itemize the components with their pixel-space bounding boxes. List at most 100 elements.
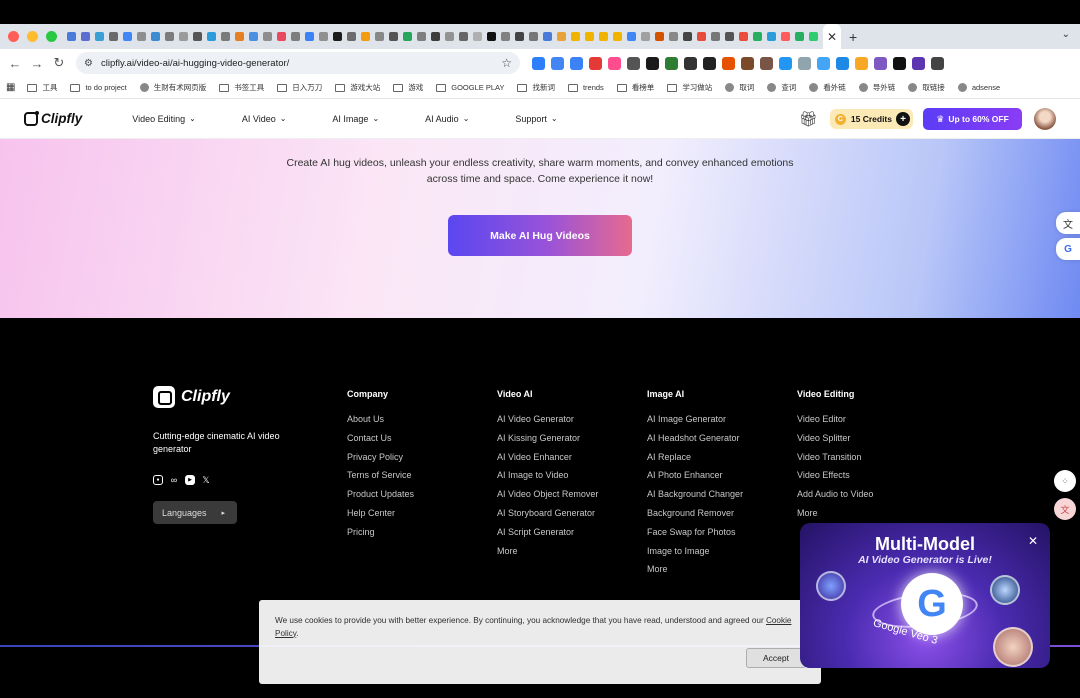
nav-ai-image[interactable]: AI Image ⌄ <box>332 114 379 124</box>
credits-badge[interactable]: C 15 Credits + <box>829 109 913 129</box>
tab-favicon-icon[interactable] <box>94 32 104 41</box>
tab-favicon-icon[interactable] <box>752 32 762 41</box>
bookmark-item[interactable]: 查词 <box>767 82 796 93</box>
tab-favicon-icon[interactable] <box>556 32 566 41</box>
extension-icon[interactable] <box>665 56 678 70</box>
extension-icon[interactable] <box>798 56 811 70</box>
tab-favicon-icon[interactable] <box>318 32 328 41</box>
footer-link[interactable]: Product Updates <box>347 488 414 507</box>
languages-button[interactable]: Languages ▸ <box>153 501 237 524</box>
tab-favicon-icon[interactable] <box>696 32 706 41</box>
footer-link[interactable]: AI Storyboard Generator <box>497 507 598 526</box>
tab-favicon-icon[interactable] <box>584 32 594 41</box>
tab-favicon-icon[interactable] <box>402 32 412 41</box>
close-window-button[interactable] <box>8 31 19 42</box>
extension-icon[interactable] <box>589 56 602 70</box>
tab-favicon-icon[interactable] <box>710 32 720 41</box>
apps-grid-icon[interactable]: ▦ <box>6 82 15 93</box>
instagram-icon[interactable]: ● <box>153 475 163 485</box>
tab-favicon-icon[interactable] <box>444 32 454 41</box>
tab-favicon-icon[interactable] <box>458 32 468 41</box>
tab-favicon-icon[interactable] <box>528 32 538 41</box>
extension-icon[interactable] <box>532 56 545 70</box>
footer-link[interactable]: About Us <box>347 413 414 432</box>
site-info-icon[interactable]: ⚙ <box>84 58 93 69</box>
footer-link[interactable]: Pricing <box>347 526 414 545</box>
tab-favicon-icon[interactable] <box>360 32 370 41</box>
omnibox[interactable]: ⚙ clipfly.ai/video-ai/ai-hugging-video-g… <box>76 52 520 74</box>
footer-link[interactable]: Background Remover <box>647 507 743 526</box>
close-icon[interactable]: ✕ <box>1028 534 1038 548</box>
extension-icons[interactable] <box>532 56 944 70</box>
bookmark-item[interactable]: GOOGLE PLAY <box>436 83 504 92</box>
footer-link[interactable]: Video Splitter <box>797 432 873 451</box>
footer-link[interactable]: Contact Us <box>347 432 414 451</box>
tab-favicon-icon[interactable] <box>668 32 678 41</box>
tab-favicon-icon[interactable] <box>66 32 76 41</box>
bookmark-item[interactable]: 工具 <box>27 82 57 93</box>
nav-video-editing[interactable]: Video Editing ⌄ <box>132 114 196 124</box>
tab-favicon-icon[interactable] <box>682 32 692 41</box>
tab-favicon-icon[interactable] <box>542 32 552 41</box>
extension-icon[interactable] <box>570 56 583 70</box>
footer-link[interactable]: Add Audio to Video <box>797 488 873 507</box>
bookmark-item[interactable]: 取链接 <box>908 82 945 93</box>
bookmark-item[interactable]: 看外链 <box>809 82 846 93</box>
footer-link[interactable]: More <box>497 545 598 564</box>
extension-icon[interactable] <box>836 56 849 70</box>
extension-icon[interactable] <box>703 56 716 70</box>
bookmark-item[interactable]: 生财有术网页版 <box>139 82 206 93</box>
footer-link[interactable]: AI Kissing Generator <box>497 432 598 451</box>
extension-icon[interactable] <box>912 56 925 70</box>
accept-cookies-button[interactable]: Accept <box>746 648 806 668</box>
extension-icon[interactable] <box>646 56 659 70</box>
footer-link[interactable]: AI Replace <box>647 451 743 470</box>
footer-link[interactable]: Video Effects <box>797 469 873 488</box>
footer-link[interactable]: AI Video Enhancer <box>497 451 598 470</box>
tab-favicon-icon[interactable] <box>262 32 272 41</box>
tab-favicon-icon[interactable] <box>234 32 244 41</box>
nav-support[interactable]: Support ⌄ <box>515 114 557 124</box>
tab-favicon-icon[interactable] <box>654 32 664 41</box>
bookmark-item[interactable]: 书签工具 <box>219 82 264 93</box>
gift-icon[interactable]: 🎁︎ <box>799 110 818 128</box>
youtube-icon[interactable]: ▶ <box>185 475 195 485</box>
tab-favicon-icon[interactable] <box>178 32 188 41</box>
bookmark-item[interactable]: 取词 <box>725 82 754 93</box>
tab-favicon-icon[interactable] <box>122 32 132 41</box>
bookmark-item[interactable]: adsense <box>957 83 1000 92</box>
tab-favicon-icon[interactable] <box>626 32 636 41</box>
tab-favicon-icon[interactable] <box>430 32 440 41</box>
extension-icon[interactable] <box>684 56 697 70</box>
tab-favicon-icon[interactable] <box>388 32 398 41</box>
tab-favicon-icon[interactable] <box>724 32 734 41</box>
tab-favicon-icon[interactable] <box>248 32 258 41</box>
nav-ai-video[interactable]: AI Video ⌄ <box>242 114 287 124</box>
tab-favicon-icon[interactable] <box>346 32 356 41</box>
extension-icon[interactable] <box>817 56 830 70</box>
clipfly-logo[interactable]: Clipfly <box>24 110 82 126</box>
bookmark-item[interactable]: 看榜单 <box>616 82 654 93</box>
tab-favicon-icon[interactable] <box>136 32 146 41</box>
add-credits-icon[interactable]: + <box>896 112 910 126</box>
tab-favicon-icon[interactable] <box>276 32 286 41</box>
footer-link[interactable]: AI Headshot Generator <box>647 432 743 451</box>
tab-favicon-icon[interactable] <box>598 32 608 41</box>
bookmark-item[interactable]: 游戏 <box>393 82 423 93</box>
assistant-icon[interactable]: G <box>1056 238 1080 260</box>
bookmark-item[interactable]: to do project <box>70 83 127 92</box>
bookmark-item[interactable]: 游戏大站 <box>335 82 380 93</box>
maximize-window-button[interactable] <box>46 31 57 42</box>
translate-float-icon[interactable]: 文 <box>1054 498 1076 520</box>
tab-favicon-icon[interactable] <box>332 32 342 41</box>
translate-icon[interactable]: 文 <box>1056 212 1080 234</box>
minimize-window-button[interactable] <box>27 31 38 42</box>
footer-link[interactable]: Terns of Service <box>347 469 414 488</box>
tab-favicon-icon[interactable] <box>794 32 804 41</box>
extension-icon[interactable] <box>627 56 640 70</box>
tab-favicon-icon[interactable] <box>486 32 496 41</box>
tab-favicon-icon[interactable] <box>108 32 118 41</box>
extension-icon[interactable] <box>741 56 754 70</box>
tab-favicon-icon[interactable] <box>766 32 776 41</box>
active-tab-close-icon[interactable]: ✕ <box>823 24 841 49</box>
